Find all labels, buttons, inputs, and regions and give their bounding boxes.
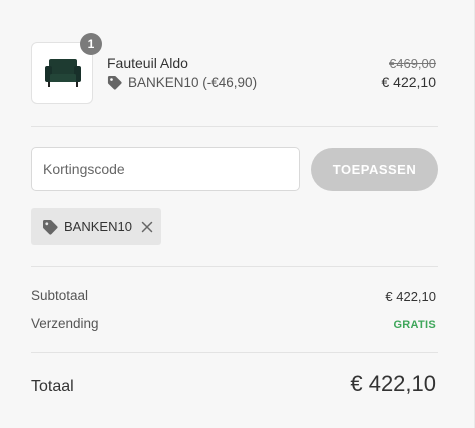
divider xyxy=(31,266,438,267)
divider xyxy=(31,126,438,127)
product-discount-label: BANKEN10 (-€46,90) xyxy=(128,75,258,90)
close-icon xyxy=(141,221,153,232)
product-discount: BANKEN10 (-€46,90) xyxy=(107,75,257,90)
quantity-badge: 1 xyxy=(80,33,102,55)
shipping-label: Verzending xyxy=(31,316,99,331)
applied-discount-code: BANKEN10 xyxy=(64,219,132,234)
current-price: € 422,10 xyxy=(381,74,437,90)
applied-discount-chip: BANKEN10 xyxy=(31,208,161,245)
order-summary-panel: 1 Fauteuil Aldo BANKEN10 (-€46,90) €469,… xyxy=(0,0,475,428)
subtotal-label: Subtotaal xyxy=(31,288,89,303)
original-price: €469,00 xyxy=(389,56,436,71)
total-label: Totaal xyxy=(31,378,74,395)
subtotal-value: € 422,10 xyxy=(385,289,436,304)
apply-discount-button[interactable]: TOEPASSEN xyxy=(311,148,438,191)
tag-icon xyxy=(42,219,58,235)
divider xyxy=(31,352,438,353)
product-name: Fauteuil Aldo xyxy=(107,55,188,71)
tag-icon xyxy=(107,75,122,90)
discount-code-input[interactable] xyxy=(31,147,300,191)
total-value: € 422,10 xyxy=(350,371,436,396)
remove-discount-button[interactable] xyxy=(141,221,153,233)
armchair-icon xyxy=(45,59,81,87)
shipping-value: GRATIS xyxy=(393,319,436,331)
